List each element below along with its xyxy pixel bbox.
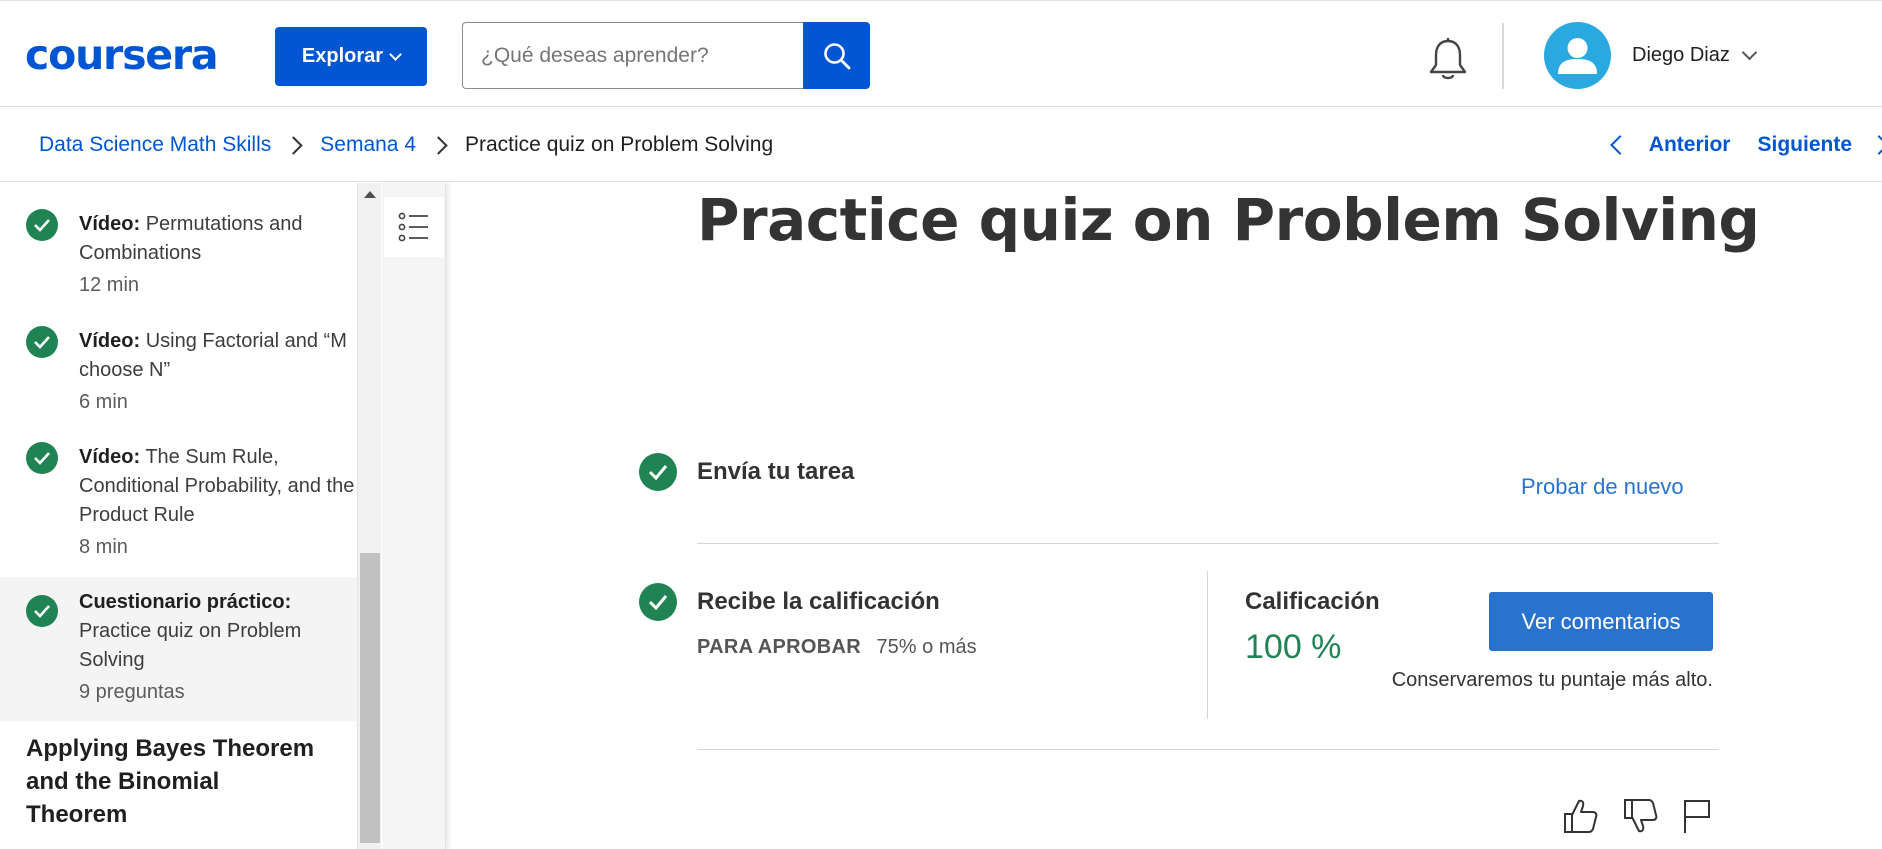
user-name: Diego Diaz [1632, 44, 1730, 66]
sidebar-item-kind: Vídeo: [79, 213, 141, 235]
grade-step-title: Recibe la calificación [697, 588, 940, 615]
breadcrumb-week[interactable]: Semana 4 [320, 133, 416, 157]
previous-item-link[interactable]: Anterior [1649, 133, 1731, 157]
item-pager: Anterior Siguiente [1609, 108, 1882, 182]
breadcrumb-bar: Data Science Math Skills Semana 4 Practi… [0, 108, 1882, 182]
sidebar-item-practice-quiz[interactable]: Cuestionario práctico: Practice quiz on … [0, 577, 357, 721]
sidebar-item-duration: 8 min [79, 536, 128, 558]
user-avatar-icon [1544, 22, 1611, 89]
search-bar [462, 22, 870, 89]
sidebar-item-permutations[interactable]: Vídeo: Permutations and Combinations 12 … [0, 209, 357, 300]
pass-label: PARA APROBAR [697, 636, 861, 658]
check-circle-icon [26, 209, 58, 241]
sidebar-scrollbar[interactable] [357, 183, 381, 849]
coursera-logo[interactable]: coursera [25, 31, 219, 79]
header-divider [1502, 23, 1504, 89]
flag-icon[interactable] [1680, 797, 1716, 835]
check-circle-icon [26, 442, 58, 474]
pass-value: 75% o más [876, 636, 977, 658]
grade-divider [1207, 571, 1208, 719]
check-circle-icon [639, 583, 677, 621]
page-title: Practice quiz on Problem Solving [697, 186, 1760, 254]
scroll-up-arrow[interactable] [364, 191, 376, 198]
passing-requirement: PARA APROBAR 75% o más [697, 636, 977, 659]
check-circle-icon [26, 326, 58, 358]
sidebar-section-title[interactable]: Applying Bayes Theorem and the Binomial … [26, 732, 326, 831]
sidebar-item-kind: Vídeo: [79, 330, 141, 352]
sidebar-item-sum-rule[interactable]: Vídeo: The Sum Rule, Conditional Probabi… [0, 442, 357, 562]
check-circle-icon [639, 453, 677, 491]
search-button[interactable] [803, 22, 870, 89]
highest-score-note: Conservaremos tu puntaje más alto. [1391, 669, 1713, 691]
explore-button-label: Explorar [301, 45, 384, 67]
breadcrumb: Data Science Math Skills Semana 4 Practi… [39, 108, 773, 182]
grade-value: 100 % [1245, 628, 1342, 666]
bell-icon[interactable] [1427, 37, 1469, 83]
divider [697, 749, 1719, 750]
sidebar-item-duration: 12 min [79, 274, 140, 296]
chevron-down-icon [1741, 44, 1758, 61]
try-again-link[interactable]: Probar de nuevo [1521, 474, 1684, 500]
user-menu[interactable]: Diego Diaz [1544, 22, 1758, 89]
outline-toggle-rail [382, 183, 446, 849]
top-header: coursera Explorar Diego Diaz [0, 0, 1882, 107]
list-icon [398, 212, 428, 242]
thumbs-down-icon[interactable] [1622, 797, 1658, 835]
chevron-down-icon [389, 47, 402, 61]
divider [697, 543, 1719, 544]
thumbs-up-icon[interactable] [1562, 797, 1598, 835]
scrollbar-thumb[interactable] [360, 553, 380, 843]
sidebar-item-title: Practice quiz on Problem Solving [79, 620, 302, 671]
sidebar-item-factorial[interactable]: Vídeo: Using Factorial and “M choose N” … [0, 326, 357, 417]
chevron-left-icon[interactable] [1609, 135, 1630, 155]
sidebar-item-duration: 6 min [79, 391, 128, 413]
next-item-link[interactable]: Siguiente [1757, 133, 1852, 157]
submit-step-title: Envía tu tarea [697, 458, 855, 485]
grade-label: Calificación [1245, 588, 1380, 615]
breadcrumb-course[interactable]: Data Science Math Skills [39, 133, 271, 157]
sidebar-item-kind: Vídeo: [79, 446, 141, 468]
check-circle-icon [26, 595, 58, 627]
search-icon [823, 42, 850, 69]
chevron-right-icon [284, 135, 303, 155]
search-input[interactable] [462, 22, 803, 89]
breadcrumb-current: Practice quiz on Problem Solving [465, 133, 774, 156]
course-outline-sidebar: Vídeo: Permutations and Combinations 12 … [0, 183, 357, 849]
explore-button[interactable]: Explorar [275, 27, 427, 86]
outline-toggle-button[interactable] [384, 197, 444, 257]
view-feedback-button[interactable]: Ver comentarios [1489, 592, 1713, 651]
sidebar-item-kind: Cuestionario práctico: [79, 591, 292, 613]
chevron-right-icon [429, 135, 448, 155]
chevron-right-icon[interactable] [1869, 135, 1882, 155]
sidebar-item-question-count: 9 preguntas [79, 681, 185, 703]
